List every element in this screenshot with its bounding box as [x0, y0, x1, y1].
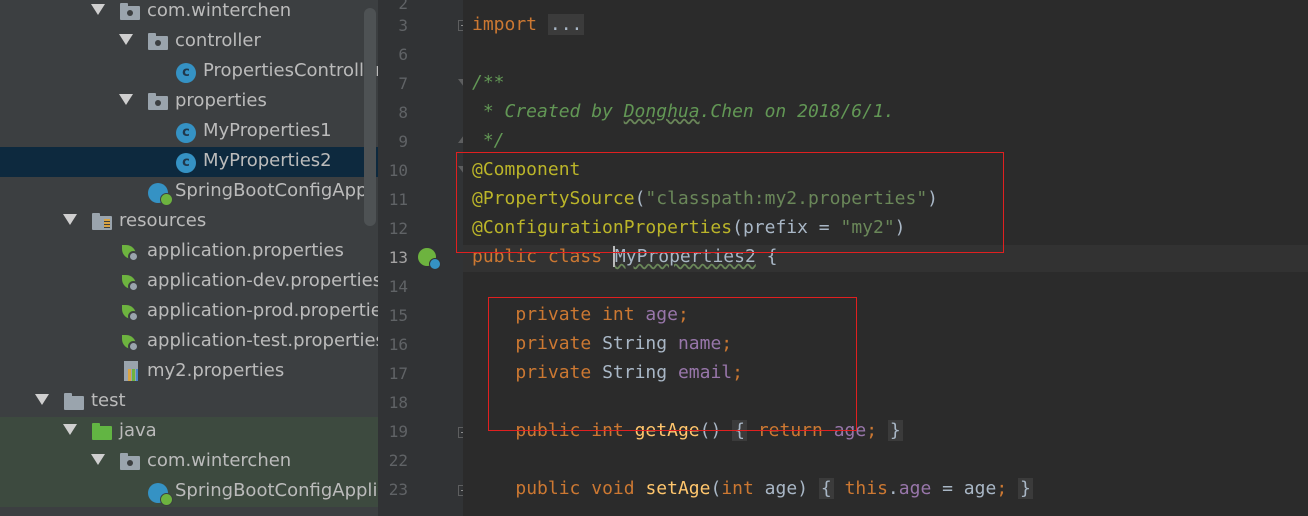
tree-item-com-winterchen[interactable]: com.winterchen	[0, 0, 378, 27]
spring-properties-icon	[120, 275, 142, 293]
tree-item-myproperties2[interactable]: MyProperties2	[0, 147, 378, 177]
line-number: 14	[388, 277, 408, 296]
package-icon	[120, 3, 140, 20]
tree-item-application-dev-properties[interactable]: application-dev.properties	[0, 267, 378, 297]
expand-arrow-icon[interactable]	[91, 4, 105, 15]
line-number: 18	[388, 393, 408, 412]
tree-item-application-test-properties[interactable]: application-test.properties	[0, 327, 378, 357]
annotations-highlight-box	[456, 152, 1004, 253]
expand-arrow-icon[interactable]	[119, 94, 133, 105]
line-number: 9	[398, 132, 408, 151]
line-number: 15	[388, 306, 408, 325]
resources-folder-icon	[92, 213, 112, 230]
tree-scrollbar[interactable]	[364, 8, 376, 226]
code-line-23: public void setAge(int age) { this.age =…	[515, 478, 1033, 499]
folder-icon	[64, 393, 84, 410]
tree-item-properties-controller[interactable]: PropertiesController	[0, 57, 378, 87]
line-number: 2	[398, 0, 408, 13]
class-icon	[176, 123, 196, 143]
expand-arrow-icon[interactable]	[35, 394, 49, 405]
package-icon	[120, 453, 140, 470]
line-number: 3	[398, 16, 408, 35]
tree-item-test[interactable]: test	[0, 387, 378, 417]
class-icon	[176, 153, 196, 173]
expand-arrow-icon[interactable]	[63, 214, 77, 225]
spring-properties-icon	[120, 305, 142, 323]
tree-item-application-properties[interactable]: application.properties	[0, 237, 378, 267]
tree-item-java[interactable]: java	[0, 417, 378, 447]
line-number: 23	[388, 480, 408, 499]
line-number: 19	[388, 422, 408, 441]
expand-arrow-icon[interactable]	[119, 34, 133, 45]
code-line-7: /**	[472, 72, 505, 93]
code-line-9: */	[472, 130, 505, 151]
package-icon	[148, 93, 168, 110]
line-number: 22	[388, 451, 408, 470]
tree-item-springbootconfigapplication-tests[interactable]: SpringBootConfigApplic	[0, 477, 378, 507]
expand-arrow-icon[interactable]	[91, 454, 105, 465]
spring-boot-class-icon	[148, 483, 173, 506]
spring-properties-icon	[120, 245, 142, 263]
line-number-current: 13	[388, 248, 408, 267]
line-number: 10	[388, 161, 408, 180]
code-line-8: * Created by Donghua.Chen on 2018/6/1.	[472, 101, 895, 122]
tree-item-resources[interactable]: resources	[0, 207, 378, 237]
expand-arrow-icon[interactable]	[63, 424, 77, 435]
code-line-3: import ...	[472, 14, 585, 35]
code-editor[interactable]: import ... /** * Created by Donghua.Chen…	[463, 0, 1308, 516]
line-number: 16	[388, 335, 408, 354]
spring-boot-class-icon	[148, 183, 173, 206]
tree-item-springbootconfigapplication[interactable]: SpringBootConfigApplic	[0, 177, 378, 207]
fields-highlight-box	[488, 297, 857, 431]
tree-item-properties[interactable]: properties	[0, 87, 378, 117]
line-number: 11	[388, 190, 408, 209]
tree-item-application-prod-properties[interactable]: application-prod.propertie	[0, 297, 378, 327]
line-number: 17	[388, 364, 408, 383]
line-number: 6	[398, 45, 408, 64]
line-number: 8	[398, 103, 408, 122]
folded-imports[interactable]: ...	[547, 14, 585, 35]
tree-item-controller[interactable]: controller	[0, 27, 378, 57]
line-number: 7	[398, 74, 408, 93]
class-icon	[176, 63, 196, 83]
package-icon	[148, 33, 168, 50]
project-tree: com.winterchen controller PropertiesCont…	[0, 0, 378, 516]
tree-item-myproperties1[interactable]: MyProperties1	[0, 117, 378, 147]
tree-item-my2-properties[interactable]: my2.properties	[0, 357, 378, 387]
properties-file-icon	[122, 361, 140, 383]
spring-properties-icon	[120, 335, 142, 353]
spring-bean-gutter-icon[interactable]	[418, 248, 441, 270]
tree-item-com-winterchen-test[interactable]: com.winterchen	[0, 447, 378, 477]
test-source-folder-icon	[92, 423, 112, 440]
line-number: 12	[388, 219, 408, 238]
